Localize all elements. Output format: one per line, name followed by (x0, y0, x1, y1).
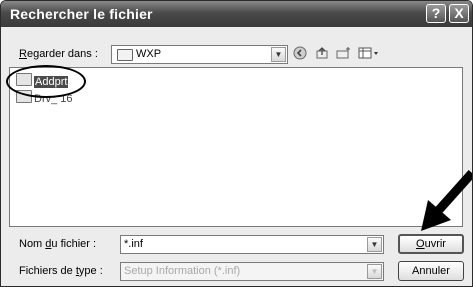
lookin-value: WXP (136, 48, 162, 60)
filetype-dropdown: Setup Information (*.inf) ▼ (120, 262, 384, 281)
filename-input[interactable]: *.inf ▼ (120, 235, 384, 254)
folder-icon (117, 49, 133, 61)
highlight-circle (6, 65, 86, 98)
filetype-label: Fichiers de type : (19, 265, 103, 277)
chevron-down-icon[interactable]: ▼ (367, 237, 382, 252)
open-button[interactable]: Ouvrir (398, 234, 464, 254)
chevron-down-icon: ▼ (367, 264, 382, 279)
cancel-button[interactable]: Annuler (398, 261, 464, 281)
back-icon[interactable] (291, 46, 309, 62)
new-folder-icon[interactable] (335, 46, 353, 62)
view-menu-icon[interactable] (357, 46, 381, 62)
window-title: Rechercher le fichier (10, 6, 153, 22)
up-folder-icon[interactable] (313, 46, 331, 62)
lookin-dropdown[interactable]: WXP ▼ (111, 45, 288, 64)
filename-label: Nom du fichier : (19, 238, 97, 250)
close-button[interactable]: X (449, 4, 469, 23)
chevron-down-icon[interactable]: ▼ (271, 47, 286, 62)
lookin-label: Regarder dans : (19, 48, 98, 60)
title-bar[interactable]: Rechercher le fichier ? X (1, 1, 472, 27)
help-button[interactable]: ? (426, 4, 446, 23)
file-dialog: Rechercher le fichier ? X Regarder dans … (0, 0, 473, 287)
